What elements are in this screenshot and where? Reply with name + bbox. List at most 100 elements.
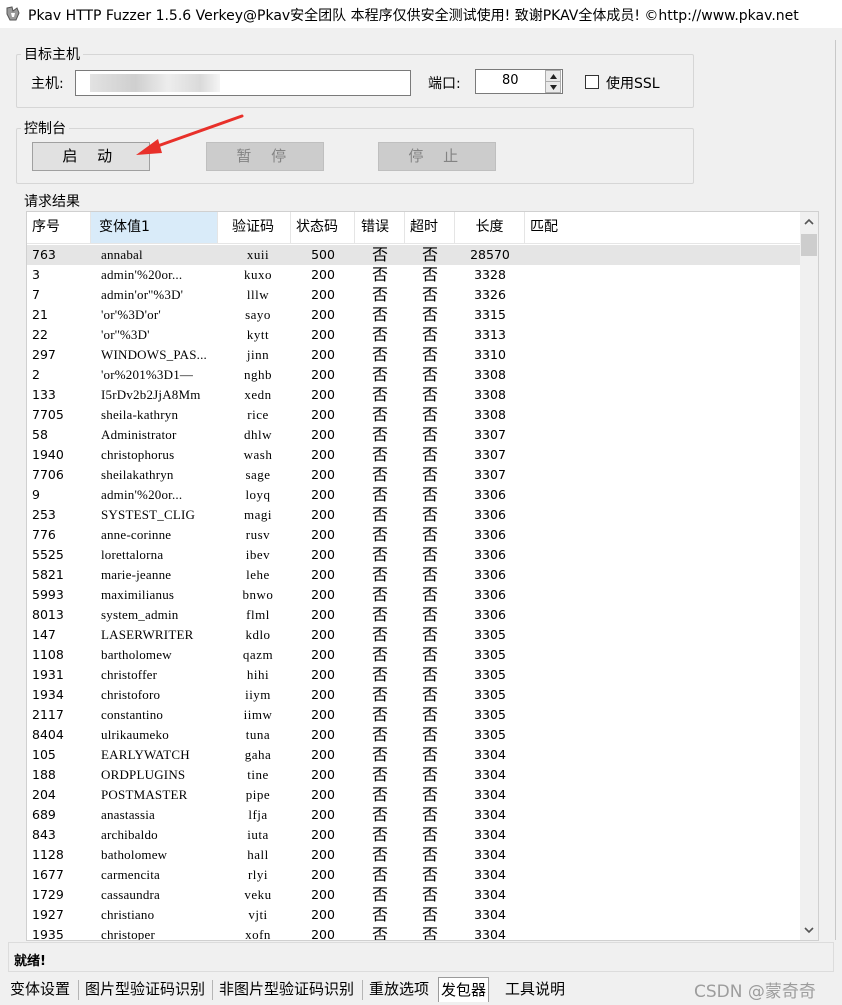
table-row[interactable]: 776 anne-corinne rusv 200 否 否 3306 [27, 525, 801, 545]
cell-status: 200 [311, 287, 335, 302]
cell-timeout: 否 [421, 485, 438, 504]
table-row[interactable]: 1108 bartholomew qazm 200 否 否 3305 [27, 645, 801, 665]
cell-seq: 8013 [32, 607, 64, 622]
scroll-down-icon[interactable] [800, 922, 818, 938]
scroll-up-icon[interactable] [800, 214, 818, 230]
cell-val: admin'%20or... [101, 267, 183, 282]
table-row[interactable]: 22 'or''%3D' kytt 200 否 否 3313 [27, 325, 801, 345]
table-row[interactable]: 133 I5rDv2b2JjA8Mm xedn 200 否 否 3308 [27, 385, 801, 405]
cell-err: 否 [371, 605, 388, 624]
table-row[interactable]: 1940 christophorus wash 200 否 否 3307 [27, 445, 801, 465]
scrollbar-thumb[interactable] [801, 234, 817, 256]
table-row[interactable]: 1934 christoforo iiym 200 否 否 3305 [27, 685, 801, 705]
table-row[interactable]: 5821 marie-jeanne lehe 200 否 否 3306 [27, 565, 801, 585]
table-row[interactable]: 7706 sheilakathryn sage 200 否 否 3307 [27, 465, 801, 485]
cell-len: 3304 [474, 787, 506, 802]
table-row[interactable]: 9 admin'%20or... loyq 200 否 否 3306 [27, 485, 801, 505]
table-row[interactable]: 7 admin'or''%3D' lllw 200 否 否 3326 [27, 285, 801, 305]
cell-cap: sage [245, 467, 271, 482]
cell-len: 3308 [474, 387, 506, 402]
stop-button[interactable]: 停 止 [378, 142, 496, 171]
table-row[interactable]: 58 Administrator dhlw 200 否 否 3307 [27, 425, 801, 445]
column-header-length[interactable]: 长度 [455, 212, 525, 243]
cell-val: ulrikaumeko [101, 727, 169, 742]
tab-image-captcha[interactable]: 图片型验证码识别 [83, 977, 207, 1002]
cell-seq: 1934 [32, 687, 64, 702]
cell-timeout: 否 [421, 545, 438, 564]
table-row[interactable]: 297 WINDOWS_PAS... jinn 200 否 否 3310 [27, 345, 801, 365]
cell-err: 否 [371, 765, 388, 784]
tab-non-image-captcha[interactable]: 非图片型验证码识别 [217, 977, 356, 1002]
column-header-captcha[interactable]: 验证码 [227, 212, 291, 243]
cell-timeout: 否 [421, 705, 438, 724]
cell-err: 否 [371, 785, 388, 804]
cell-timeout: 否 [421, 505, 438, 524]
tab-packet-sender[interactable]: 发包器 [438, 977, 490, 1002]
column-header-variant[interactable]: 变体值1 [91, 212, 218, 243]
table-row[interactable]: 8404 ulrikaumeko tuna 200 否 否 3305 [27, 725, 801, 745]
table-row[interactable]: 188 ORDPLUGINS tine 200 否 否 3304 [27, 765, 801, 785]
column-header-match[interactable]: 匹配 [525, 212, 573, 243]
column-header-timeout[interactable]: 超时 [405, 212, 455, 243]
table-row[interactable]: 7705 sheila-kathryn rice 200 否 否 3308 [27, 405, 801, 425]
table-row[interactable]: 763 annabal xuii 500 否 否 28570 [27, 245, 801, 265]
cell-cap: dhlw [244, 427, 272, 442]
cell-status: 200 [311, 667, 335, 682]
table-row[interactable]: 105 EARLYWATCH gaha 200 否 否 3304 [27, 745, 801, 765]
cell-timeout: 否 [421, 265, 438, 284]
cell-len: 3304 [474, 767, 506, 782]
cell-err: 否 [371, 885, 388, 904]
cell-cap: jinn [246, 347, 270, 362]
cell-status: 200 [311, 847, 335, 862]
table-row[interactable]: 5993 maximilianus bnwo 200 否 否 3306 [27, 585, 801, 605]
results-table[interactable]: 序号 变体值1 验证码 状态码 错误 超时 长度 匹配 763 annabal xu… [26, 211, 819, 941]
table-row[interactable]: 8013 system_admin flml 200 否 否 3306 [27, 605, 801, 625]
table-row[interactable]: 1935 christoper xofn 200 否 否 3304 [27, 925, 801, 940]
table-row[interactable]: 3 admin'%20or... kuxo 200 否 否 3328 [27, 265, 801, 285]
table-row[interactable]: 253 SYSTEST_CLIG magi 200 否 否 3306 [27, 505, 801, 525]
table-row[interactable]: 2 'or%201%3D1— nghb 200 否 否 3308 [27, 365, 801, 385]
cell-val: constantino [101, 707, 164, 722]
port-label: 端口: [428, 76, 461, 92]
table-row[interactable]: 204 POSTMASTER pipe 200 否 否 3304 [27, 785, 801, 805]
column-header-status[interactable]: 状态码 [291, 212, 355, 243]
column-header-error[interactable]: 错误 [356, 212, 405, 243]
ssl-checkbox[interactable] [585, 75, 599, 89]
cell-timeout: 否 [421, 845, 438, 864]
table-row[interactable]: 1677 carmencita rlyi 200 否 否 3304 [27, 865, 801, 885]
cell-status: 200 [311, 887, 335, 902]
table-row[interactable]: 21 'or'%3D'or' sayo 200 否 否 3315 [27, 305, 801, 325]
ssl-label[interactable]: 使用SSL [606, 73, 660, 93]
cell-err: 否 [371, 905, 388, 924]
results-rows: 763 annabal xuii 500 否否 28570 3 admin'%20or... k… [27, 245, 801, 940]
table-row[interactable]: 5525 lorettalorna ibev 200 否 否 3306 [27, 545, 801, 565]
tab-replay-options[interactable]: 重放选项 [367, 977, 431, 1002]
port-decrement-button[interactable] [545, 81, 561, 93]
window-title: Pkav HTTP Fuzzer 1.5.6 Verkey@Pkav安全团队 本… [28, 8, 799, 24]
table-row[interactable]: 2117 constantino iimw 200 否 否 3305 [27, 705, 801, 725]
table-row[interactable]: 1931 christoffer hihi 200 否 否 3305 [27, 665, 801, 685]
cell-seq: 105 [32, 747, 56, 762]
tab-tool-help[interactable]: 工具说明 [503, 977, 567, 1002]
port-input[interactable]: 80 [475, 69, 563, 94]
table-row[interactable]: 689 anastassia lfja 200 否 否 3304 [27, 805, 801, 825]
table-row[interactable]: 1927 christiano vjti 200 否 否 3304 [27, 905, 801, 925]
vertical-scrollbar[interactable] [800, 212, 818, 940]
cell-status: 200 [311, 347, 335, 362]
cell-seq: 1940 [32, 447, 64, 462]
table-row[interactable]: 843 archibaldo iuta 200 否 否 3304 [27, 825, 801, 845]
cell-timeout: 否 [421, 525, 438, 544]
cell-val: sheila-kathryn [101, 407, 179, 422]
column-header-seq[interactable]: 序号 [27, 212, 91, 243]
cell-len: 3328 [474, 267, 506, 282]
cell-seq: 1729 [32, 887, 64, 902]
table-row[interactable]: 1729 cassaundra veku 200 否 否 3304 [27, 885, 801, 905]
host-value-redacted [90, 74, 220, 92]
cell-len: 3304 [474, 887, 506, 902]
table-row[interactable]: 147 LASERWRITER kdlo 200 否 否 3305 [27, 625, 801, 645]
table-row[interactable]: 1128 batholomew hall 200 否 否 3304 [27, 845, 801, 865]
tab-variant-settings[interactable]: 变体设置 [8, 977, 72, 1002]
host-input[interactable] [75, 70, 411, 96]
cell-status: 200 [311, 487, 335, 502]
status-text: 就绪! [14, 954, 46, 969]
